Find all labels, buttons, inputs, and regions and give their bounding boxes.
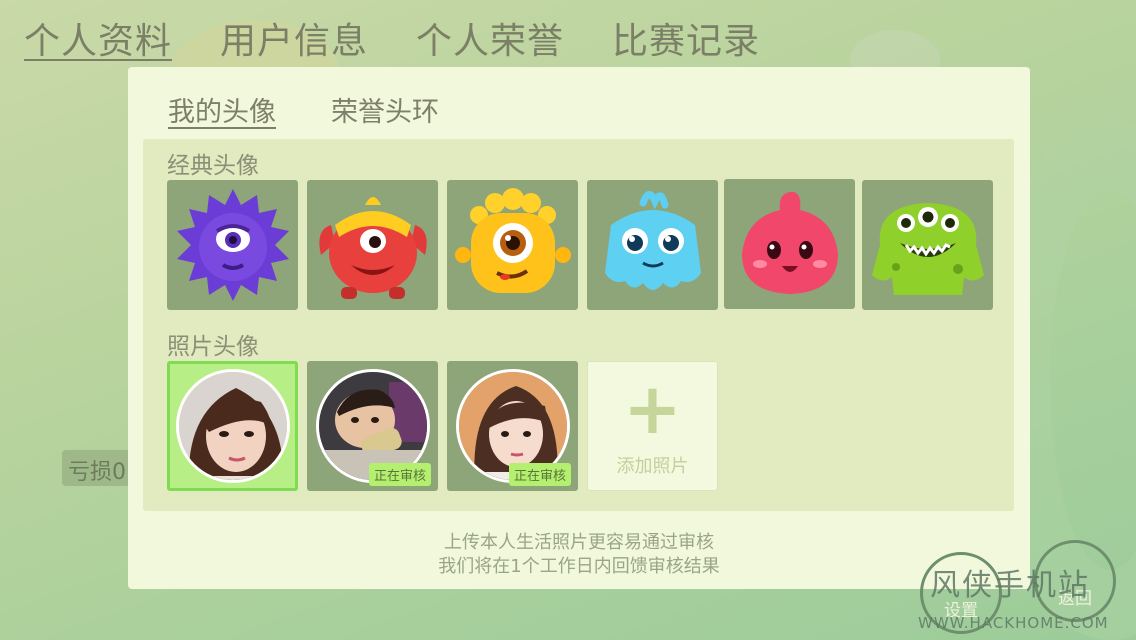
photo-avatars-title: 照片头像 [167,334,259,360]
photo-avatar-tile[interactable]: 正在审核 [307,361,438,491]
plus-icon: + [623,368,682,450]
tab-honor-halo[interactable]: 荣誉头环 [331,90,439,129]
tab-match-records[interactable]: 比赛记录 [612,12,760,64]
classic-avatar-tile[interactable] [167,180,298,310]
watermark-text: 风侠手机站 [930,568,1090,603]
classic-avatars-title: 经典头像 [167,153,259,179]
classic-avatar-tile[interactable] [587,180,718,310]
classic-avatar-tile[interactable] [862,180,993,310]
photo-avatar-tile[interactable]: 正在审核 [447,361,578,491]
avatar-panel: 我的头像 荣誉头环 经典头像 照片头像 正在审核 正在审核 + 添加照片 上传本… [128,67,1030,589]
upload-hint-line-2: 我们将在1个工作日内回馈审核结果 [438,556,720,577]
under-review-badge: 正在审核 [368,463,431,486]
classic-avatar-tile[interactable] [307,180,438,310]
purple-spiky-monster-icon [176,189,289,301]
tab-personal-profile[interactable]: 个人资料 [24,12,172,64]
tab-personal-honors[interactable]: 个人荣誉 [416,12,564,64]
classic-avatar-tile[interactable] [447,180,578,310]
classic-avatar-tile[interactable] [724,179,855,309]
upload-hint-line-1: 上传本人生活照片更容易通过审核 [444,532,714,553]
pink-drop-monster-icon [741,191,838,294]
green-three-eyed-monster-icon [871,203,984,295]
add-photo-label: 添加照片 [616,456,689,477]
watermark-url: WWW.HACKHOME.COM [918,614,1109,632]
photo-avatar-tile-selected[interactable] [167,361,298,491]
top-tab-bar: 个人资料 用户信息 个人荣誉 比赛记录 [0,0,1136,66]
tab-my-avatar[interactable]: 我的头像 [168,90,276,129]
woman-photo [175,369,290,483]
add-photo-button[interactable]: + 添加照片 [587,361,718,491]
blue-fluffy-monster-icon [604,191,701,290]
loss-stat-stub: 亏损0 [62,450,132,486]
red-horned-monster-icon [318,197,427,299]
under-review-badge: 正在审核 [508,463,571,486]
avatar-selection-area: 经典头像 照片头像 正在审核 正在审核 + 添加照片 [143,139,1014,511]
tab-user-info[interactable]: 用户信息 [220,12,368,64]
yellow-one-eyed-monster-icon [454,188,571,293]
